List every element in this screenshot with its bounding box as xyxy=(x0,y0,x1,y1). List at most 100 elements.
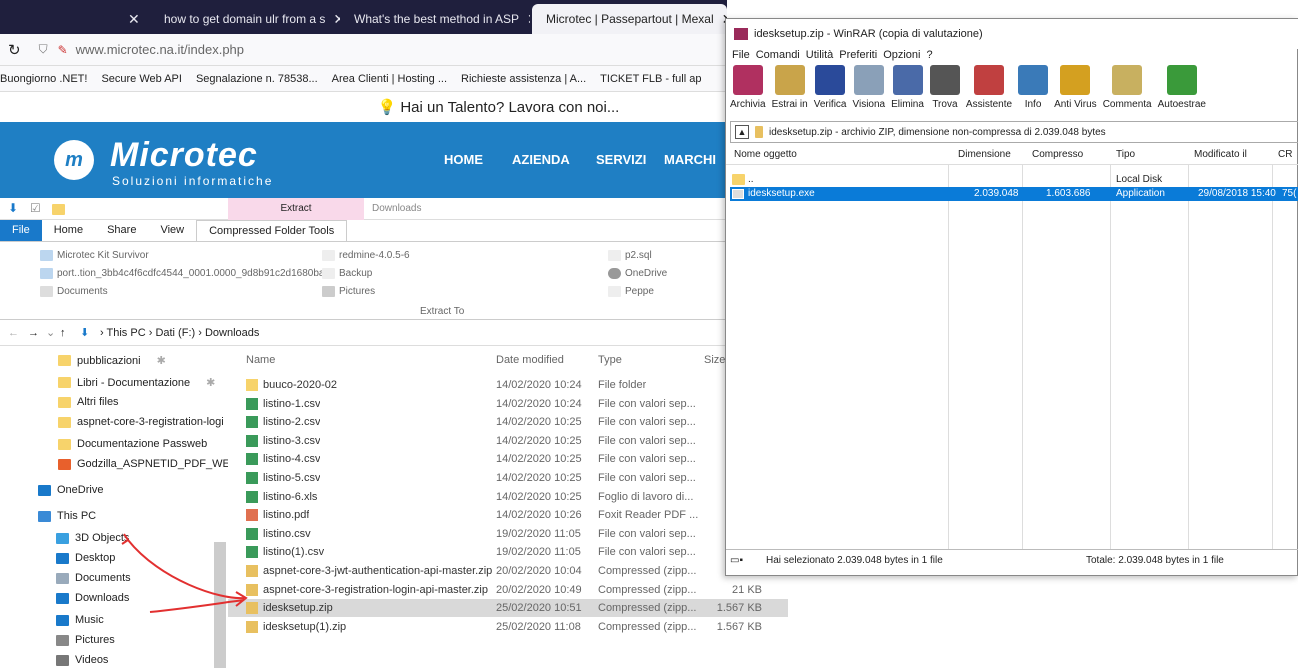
col-size[interactable]: Size xyxy=(704,354,725,366)
nav-item-13[interactable]: Pictures xyxy=(56,634,115,646)
menu-help[interactable]: ? xyxy=(926,49,932,63)
col-tipo[interactable]: Tipo xyxy=(1116,149,1135,160)
nav-marchi[interactable]: MARCHI xyxy=(664,152,716,167)
winrar-row-parent[interactable]: .. Local Disk xyxy=(730,173,1298,187)
menu-file[interactable]: File xyxy=(732,49,750,63)
forward-icon[interactable]: → xyxy=(28,327,39,339)
pin-icon[interactable]: ✱ xyxy=(206,376,215,389)
nav-item-14[interactable]: Videos xyxy=(56,654,108,666)
col-date[interactable]: Date modified xyxy=(496,354,564,366)
url-bar[interactable]: ↻ ⛉ ✎ www.microtec.na.it/index.php xyxy=(0,34,727,66)
up-folder-icon[interactable]: ▲ xyxy=(735,125,749,139)
pin-icon[interactable]: ✱ xyxy=(157,354,166,367)
file-row[interactable]: idesksetup.zip 25/02/2020 10:51 Compressed… xyxy=(228,599,788,618)
nav-item-9[interactable]: Desktop xyxy=(56,552,115,564)
nav-item-5[interactable]: Godzilla_ASPNETID_PDF_WEBA xyxy=(58,458,245,470)
close-icon[interactable]: ✕ xyxy=(128,11,140,28)
crumb-drive[interactable]: Dati (F:) xyxy=(155,327,195,339)
tab-view[interactable]: View xyxy=(148,220,196,241)
file-row[interactable]: listino-4.csv 14/02/2020 10:25 File con va… xyxy=(228,450,788,468)
extract-target-5[interactable]: Backup xyxy=(322,268,372,279)
file-row[interactable]: listino.pdf 14/02/2020 10:26 Foxit Reader … xyxy=(228,506,788,524)
tool-info[interactable]: Info xyxy=(1018,65,1049,119)
nav-item-0[interactable]: pubblicazioni ✱ xyxy=(58,354,166,367)
address-bar[interactable]: ← → ⌄ ↑ ⬇ › This PC › Dati (F:) › Downlo… xyxy=(0,320,727,346)
bookmark-2[interactable]: Secure Web API xyxy=(101,73,182,85)
tool-archivia[interactable]: Archivia xyxy=(730,65,766,119)
tool-anti-virus[interactable]: Anti Virus xyxy=(1054,65,1097,119)
extract-target-3[interactable]: Documents xyxy=(40,286,108,297)
extract-target-1[interactable]: Microtec Kit Survivor xyxy=(40,250,149,261)
nav-home[interactable]: HOME xyxy=(444,152,483,167)
tool-visiona[interactable]: Visiona xyxy=(853,65,885,119)
url-text[interactable]: www.microtec.na.it/index.php xyxy=(76,42,244,57)
file-row[interactable]: aspnet-core-3-registration-login-api-mas… xyxy=(228,581,788,599)
tab-close-left[interactable]: ✕ xyxy=(0,4,150,34)
browser-tab-1[interactable]: how to get domain ulr from a s ✕ xyxy=(150,4,340,34)
crumb-downloads[interactable]: Downloads xyxy=(205,327,259,339)
browser-tab-2[interactable]: What's the best method in ASP ✕ xyxy=(340,4,530,34)
browser-tab-3[interactable]: Microtec | Passepartout | Mexal ✕ xyxy=(532,4,727,34)
col-nome[interactable]: Nome oggetto xyxy=(734,149,797,160)
tool-elimina[interactable]: Elimina xyxy=(891,65,924,119)
tool-estrai-in[interactable]: Estrai in xyxy=(772,65,808,119)
menu-utilita[interactable]: Utilità xyxy=(806,49,834,63)
bookmark-5[interactable]: Richieste assistenza | A... xyxy=(461,73,586,85)
back-icon[interactable]: ← xyxy=(8,327,19,339)
bookmark-1[interactable]: Buongiorno .NET! xyxy=(0,73,87,85)
menu-comandi[interactable]: Comandi xyxy=(756,49,800,63)
tab-share[interactable]: Share xyxy=(95,220,148,241)
chevron-down-icon[interactable]: ⌄ xyxy=(46,326,55,339)
tool-commenta[interactable]: Commenta xyxy=(1103,65,1152,119)
extract-target-6[interactable]: Pictures xyxy=(322,286,375,297)
logo-text[interactable]: Microtec xyxy=(110,136,258,175)
extract-context-tab[interactable]: Extract xyxy=(228,198,364,220)
nav-scrollbar[interactable] xyxy=(214,542,226,668)
nav-item-6[interactable]: OneDrive xyxy=(38,484,103,496)
tool-verifica[interactable]: Verifica xyxy=(814,65,847,119)
winrar-row-idesksetup-exe[interactable]: idesksetup.exe 2.039.048 1.603.686 Appli… xyxy=(730,187,1298,201)
file-row[interactable]: listino-2.csv 14/02/2020 10:25 File con va… xyxy=(228,413,788,431)
extract-target-7[interactable]: p2.sql xyxy=(608,250,652,261)
extract-target-2[interactable]: port..tion_3bb4c4f6cdfc4544_0001.0000_9d… xyxy=(40,268,330,279)
file-row[interactable]: listino.csv 19/02/2020 11:05 File con valo… xyxy=(228,525,788,543)
nav-item-2[interactable]: Altri files xyxy=(58,396,119,408)
file-row[interactable]: idesksetup(1).zip 25/02/2020 11:08 Compres… xyxy=(228,618,788,636)
tab-home[interactable]: Home xyxy=(42,220,95,241)
reload-icon[interactable]: ↻ xyxy=(8,41,21,59)
tool-assistente[interactable]: Assistente xyxy=(966,65,1012,119)
nav-azienda[interactable]: AZIENDA xyxy=(512,152,570,167)
winrar-path-bar[interactable]: ▲ idesksetup.zip - archivio ZIP, dimensi… xyxy=(730,121,1298,143)
file-row[interactable]: listino(1).csv 19/02/2020 11:05 File con v… xyxy=(228,543,788,561)
extract-target-4[interactable]: redmine-4.0.5-6 xyxy=(322,250,410,261)
nav-item-12[interactable]: Music xyxy=(56,614,104,626)
logo-mark[interactable]: m xyxy=(54,140,94,180)
col-modificato[interactable]: Modificato il xyxy=(1194,149,1247,160)
nav-item-1[interactable]: Libri - Documentazione ✱ xyxy=(58,376,215,389)
col-type[interactable]: Type xyxy=(598,354,622,366)
file-row[interactable]: listino-1.csv 14/02/2020 10:24 File con va… xyxy=(228,395,788,413)
file-row[interactable]: listino-6.xls 14/02/2020 10:25 Foglio di l… xyxy=(228,488,788,506)
file-row[interactable]: buuco-2020-02 14/02/2020 10:24 File folder xyxy=(228,376,788,394)
menu-preferiti[interactable]: Preferiti xyxy=(839,49,877,63)
nav-item-4[interactable]: Documentazione Passweb xyxy=(58,438,207,450)
file-row[interactable]: listino-5.csv 14/02/2020 10:25 File con va… xyxy=(228,469,788,487)
site-banner[interactable]: 💡 Hai un Talento? Lavora con noi... xyxy=(0,92,727,122)
close-icon[interactable]: ✕ xyxy=(527,11,530,28)
nav-item-7[interactable]: This PC xyxy=(38,510,96,522)
nav-servizi[interactable]: SERVIZI xyxy=(596,152,646,167)
crumb-this-pc[interactable]: This PC xyxy=(107,327,146,339)
down-arrow-icon[interactable]: ⬇ xyxy=(8,201,18,215)
tab-file[interactable]: File xyxy=(0,220,42,241)
col-compresso[interactable]: Compresso xyxy=(1032,149,1083,160)
bookmark-3[interactable]: Segnalazione n. 78538... xyxy=(196,73,318,85)
close-icon[interactable]: ✕ xyxy=(333,11,340,28)
nav-item-10[interactable]: Documents xyxy=(56,572,131,584)
tool-trova[interactable]: Trova xyxy=(929,65,960,119)
tab-compressed-folder-tools[interactable]: Compressed Folder Tools xyxy=(196,220,348,241)
bookmark-4[interactable]: Area Clienti | Hosting ... xyxy=(332,73,447,85)
col-name[interactable]: Name xyxy=(246,354,275,366)
extract-target-8[interactable]: OneDrive xyxy=(608,268,667,279)
extract-target-9[interactable]: Peppe xyxy=(608,286,654,297)
nav-item-8[interactable]: 3D Objects xyxy=(56,532,129,544)
